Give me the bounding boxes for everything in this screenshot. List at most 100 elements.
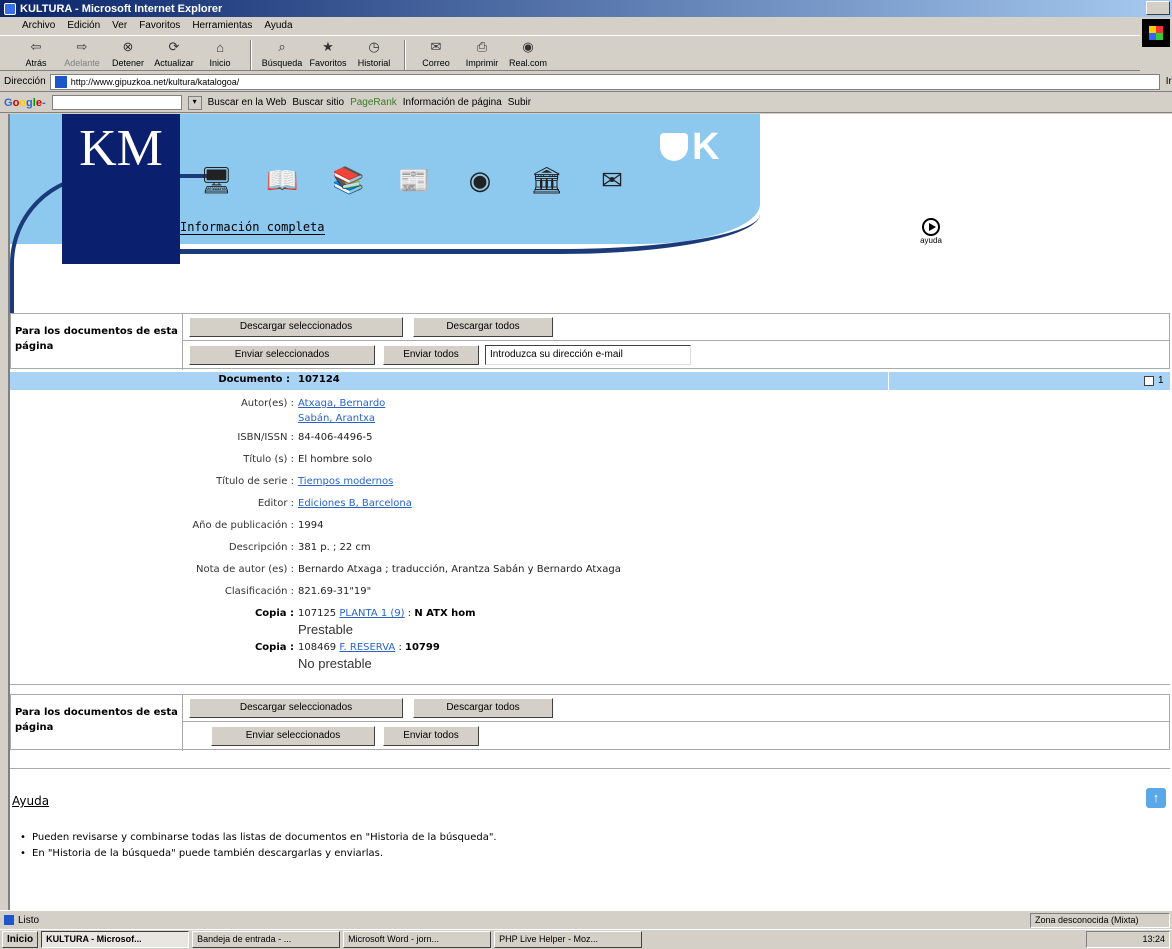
history-button[interactable]: ◷ Historial: [354, 38, 394, 70]
task-kultura[interactable]: KULTURA - Microsof...: [41, 931, 190, 948]
kulturunea-text: kulturunea: [72, 252, 163, 267]
location-link[interactable]: PLANTA 1 (9): [339, 608, 404, 619]
document-header-row: Documento : 107124 1: [10, 372, 1170, 390]
refresh-icon: ⟳: [168, 39, 180, 54]
realplayer-button[interactable]: ◉ Real.com: [508, 38, 548, 70]
address-input[interactable]: http://www.gipuzkoa.net/kultura/katalogo…: [49, 73, 1160, 90]
home-button[interactable]: ⌂ Inicio: [200, 38, 240, 70]
call-number: 10799: [405, 642, 440, 653]
back-button[interactable]: ⇦ Atrás: [16, 38, 56, 70]
field-description: Descripción :381 p. ; 22 cm: [228, 542, 371, 553]
select-checkbox[interactable]: [1144, 376, 1154, 386]
search-button[interactable]: ⌕ Búsqueda: [262, 38, 303, 70]
menu-ver[interactable]: Ver: [112, 20, 127, 31]
start-button[interactable]: Inicio: [2, 931, 39, 948]
security-zone: Zona desconocida (Mixta): [1030, 913, 1170, 928]
history-icon: ◷: [368, 39, 380, 54]
mail-icon: ✉: [430, 39, 442, 54]
window-title: KULTURA - Microsoft Internet Explorer: [20, 2, 223, 15]
windows-logo-icon: [1142, 19, 1170, 47]
address-label: Dirección: [4, 76, 46, 87]
go-button[interactable]: Ir: [1166, 76, 1172, 87]
home-icon: ⌂: [216, 39, 224, 55]
task-word[interactable]: Microsoft Word - jorn...: [343, 931, 492, 948]
menu-ayuda[interactable]: Ayuda: [264, 20, 292, 31]
favorites-icon: ★: [322, 39, 334, 54]
realplayer-icon: ◉: [522, 39, 534, 54]
windows-taskbar: Inicio KULTURA - Microsof... Bandeja de …: [0, 929, 1172, 949]
status-page-icon: [4, 915, 14, 925]
help-button[interactable]: ayuda: [916, 218, 946, 245]
send-selected-button[interactable]: Enviar seleccionados: [211, 726, 375, 746]
help-title: Ayuda: [12, 794, 50, 808]
author-link[interactable]: Atxaga, Bernardo: [298, 398, 385, 409]
mail-button[interactable]: ✉ Correo: [416, 38, 456, 70]
back-arrow-icon: ⇦: [30, 39, 42, 54]
task-php-live-helper[interactable]: PHP Live Helper - Moz...: [494, 931, 643, 948]
scroll-up-icon[interactable]: ↑: [1146, 788, 1166, 808]
window-controls[interactable]: [1146, 1, 1170, 15]
address-bar: Dirección http://www.gipuzkoa.net/kultur…: [0, 72, 1172, 92]
banner-icons: 🖥 📖 📚 📰 ◉ 🏛 ✉: [200, 164, 628, 196]
favorites-button[interactable]: ★ Favoritos: [308, 38, 348, 70]
copy-status: Prestable: [298, 622, 353, 637]
task-inbox[interactable]: Bandeja de entrada - ...: [192, 931, 341, 948]
book-icon: 📖: [266, 165, 299, 195]
shield-icon: [660, 133, 688, 161]
help-list: Pueden revisarse y combinarse todas las …: [20, 830, 497, 862]
download-selected-button[interactable]: Descargar seleccionados: [189, 317, 403, 337]
checkbox-number: 1: [1158, 375, 1164, 386]
actions-table-bottom: Para los documentos de esta página Desca…: [10, 694, 1170, 751]
publisher-link[interactable]: Ediciones B, Barcelona: [298, 498, 412, 509]
up-button[interactable]: Subir: [508, 97, 531, 108]
list-item: Pueden revisarse y combinarse todas las …: [20, 830, 497, 846]
send-selected-button[interactable]: Enviar seleccionados: [189, 345, 375, 365]
km-logo[interactable]: KM: [62, 114, 180, 264]
chevron-down-icon[interactable]: ▾: [187, 95, 202, 110]
newspaper-icon: 📰: [398, 165, 431, 195]
copy-status: No prestable: [298, 656, 372, 671]
k-letter: K: [692, 125, 720, 168]
download-all-button[interactable]: Descargar todos: [413, 698, 553, 718]
menu-edicion[interactable]: Edición: [67, 20, 100, 31]
field-series: Título de serie : Tiempos modernos: [216, 476, 394, 487]
call-number: N ATX hom: [414, 608, 476, 619]
send-all-button[interactable]: Enviar todos: [383, 726, 479, 746]
forward-arrow-icon: ⇨: [76, 39, 88, 54]
copy-id: 107125: [298, 608, 337, 619]
google-search-input[interactable]: [51, 95, 182, 110]
google-toolbar: Google- ▾ Buscar en la Web Buscar sitio …: [0, 93, 1172, 113]
download-selected-button[interactable]: Descargar seleccionados: [189, 698, 403, 718]
search-web-button[interactable]: Buscar en la Web: [208, 97, 287, 108]
series-link[interactable]: Tiempos modernos: [298, 476, 393, 487]
question-book-icon: 📚: [332, 165, 365, 195]
page-info-button[interactable]: Información de página: [403, 97, 502, 108]
search-site-button[interactable]: Buscar sitio: [292, 97, 344, 108]
pagerank-indicator[interactable]: PageRank: [350, 97, 397, 108]
list-item: En "Historia de la búsqueda" puede tambi…: [20, 846, 497, 862]
refresh-button[interactable]: ⟳ Actualizar: [154, 38, 194, 70]
google-logo[interactable]: Google-: [4, 97, 46, 109]
menu-favoritos[interactable]: Favoritos: [139, 20, 180, 31]
site-banner: KM kulturunea 🖥 📖 📚 📰 ◉ 🏛 ✉ K Informació…: [10, 114, 1172, 314]
museum-icon: 🏛: [530, 165, 564, 195]
print-button[interactable]: ⎙ Imprimir: [462, 38, 502, 70]
send-all-button[interactable]: Enviar todos: [383, 345, 479, 365]
copy-id: 108469: [298, 642, 337, 653]
field-classification: Clasificación :821.69-31"19": [224, 586, 372, 597]
divider: [10, 768, 1170, 769]
toolbar-separator: [404, 40, 406, 70]
menu-herramientas[interactable]: Herramientas: [192, 20, 252, 31]
stop-button[interactable]: ⊗ Detener: [108, 38, 148, 70]
help-button-label: ayuda: [920, 236, 942, 245]
actions-label: Para los documentos de esta página: [11, 314, 183, 370]
forward-button[interactable]: ⇨ Adelante: [62, 38, 102, 70]
system-tray-clock: 13:24: [1086, 931, 1170, 948]
location-link[interactable]: F. RESERVA: [339, 642, 395, 653]
email-field[interactable]: Introduzca su dirección e-mail: [485, 345, 691, 365]
author-link[interactable]: Sabán, Arantxa: [298, 413, 375, 424]
download-all-button[interactable]: Descargar todos: [413, 317, 553, 337]
menu-bar: Archivo Edición Ver Favoritos Herramient…: [0, 17, 1160, 34]
document-label: Documento :: [218, 374, 290, 385]
menu-archivo[interactable]: Archivo: [22, 20, 55, 31]
